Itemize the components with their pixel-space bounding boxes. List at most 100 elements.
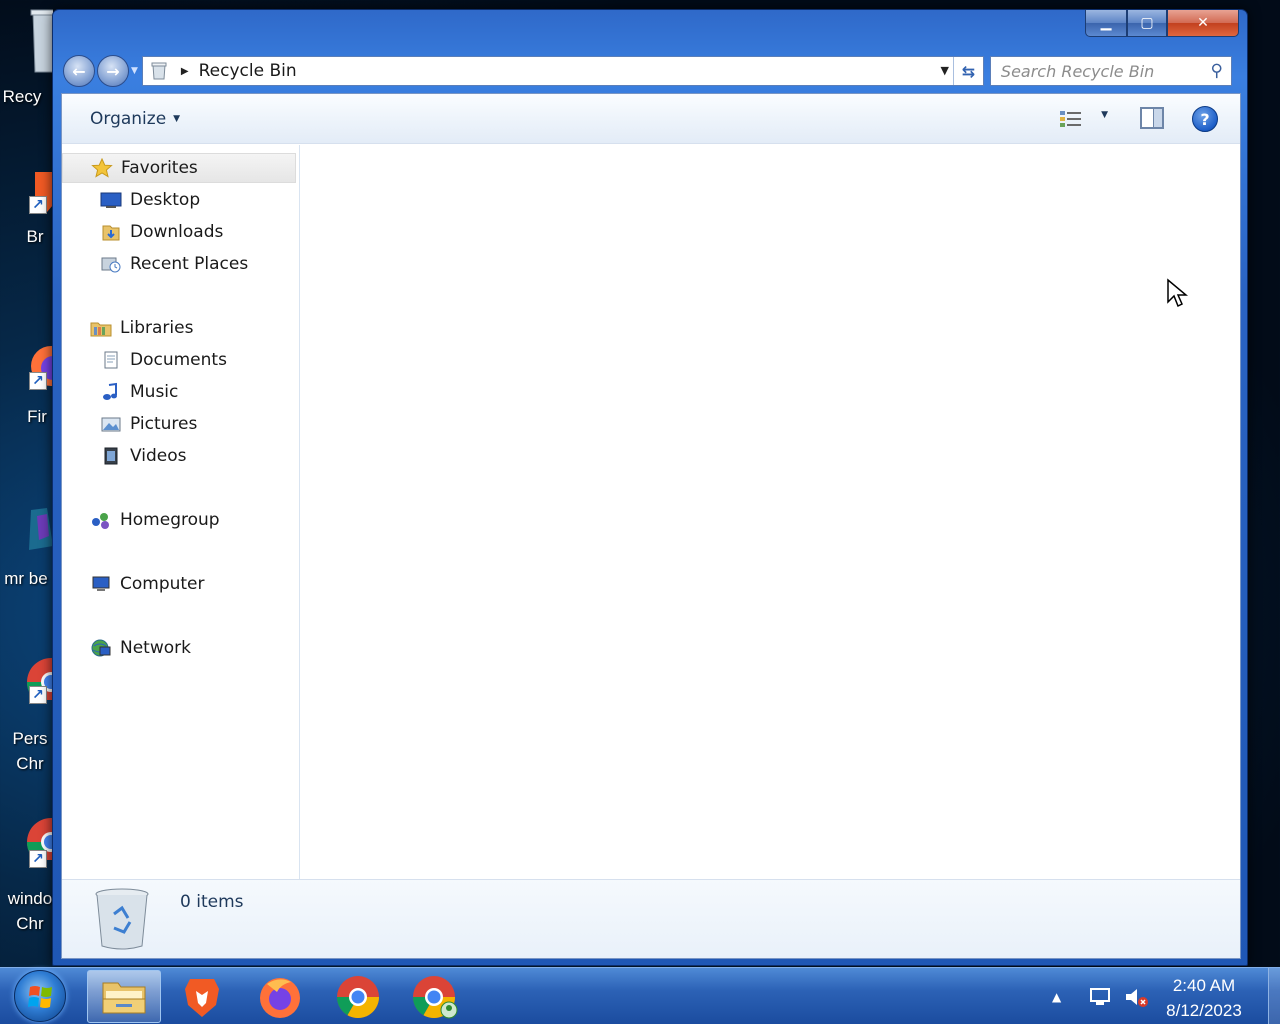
desktop-icon-recycle-bin[interactable]: Recy	[0, 8, 60, 109]
nav-item-label: Libraries	[120, 318, 194, 338]
firefox-icon	[260, 977, 300, 1018]
shortcut-arrow-icon: ↗	[29, 686, 47, 704]
computer-icon	[90, 574, 112, 594]
taskbar-firefox[interactable]	[243, 970, 317, 1023]
volume-muted-icon[interactable]	[1124, 986, 1150, 1013]
shortcut-arrow-icon: ↗	[29, 850, 47, 868]
address-bar[interactable]: ▶ Recycle Bin ▼ ⇆	[141, 56, 984, 86]
game-icon	[7, 506, 53, 552]
explorer-folder-icon	[102, 982, 146, 1013]
desktop-icon-windows-chrome[interactable]: ↗ windo Chr	[0, 814, 75, 936]
breadcrumb-chevron-icon[interactable]: ▶	[181, 66, 189, 77]
network-icon	[90, 638, 112, 658]
breadcrumb-recycle-bin[interactable]: Recycle Bin	[199, 61, 297, 81]
taskbar-brave[interactable]	[165, 970, 239, 1023]
back-button[interactable]: ←	[63, 55, 95, 87]
taskbar-chrome[interactable]	[321, 970, 395, 1023]
chevron-down-icon: ▼	[173, 113, 181, 124]
chrome-icon: ↗	[7, 654, 75, 706]
nav-item-label: Pictures	[130, 414, 198, 434]
network-status-icon[interactable]	[1088, 986, 1112, 1013]
search-input[interactable]: Search Recycle Bin ⚲	[989, 56, 1232, 86]
nav-item-label: Computer	[120, 574, 205, 594]
brave-icon	[185, 978, 219, 1017]
homegroup-icon	[90, 510, 112, 530]
chrome-icon: ↗	[7, 814, 75, 868]
nav-item-label: Recent Places	[130, 254, 249, 274]
nav-item-label: Desktop	[130, 190, 201, 210]
videos-icon	[100, 446, 122, 466]
taskbar: ▲ 2:40 AM 8/12/2023	[0, 967, 1280, 1024]
organize-button[interactable]: Organize ▼	[90, 109, 180, 129]
recent-places-icon	[100, 254, 122, 274]
nav-item-pictures[interactable]: Pictures	[62, 409, 296, 439]
view-options-dropdown-icon[interactable]: ▼	[1101, 110, 1108, 120]
caption-buttons: ▁ ▢ ✕	[1085, 10, 1239, 37]
desktop-icon-label: windo Chr	[7, 889, 53, 933]
nav-item-favorites[interactable]: Favorites	[62, 153, 296, 183]
nav-item-music[interactable]: Music	[62, 377, 296, 407]
minimize-button[interactable]: ▁	[1085, 10, 1127, 37]
desktop-icon-mr-be[interactable]: mr be	[0, 506, 60, 591]
show-desktop-button[interactable]	[1268, 968, 1280, 1024]
start-button[interactable]	[14, 970, 66, 1022]
documents-icon	[100, 350, 122, 370]
recycle-bin-small-icon	[149, 61, 169, 81]
nav-item-recent-places[interactable]: Recent Places	[62, 249, 296, 279]
address-history-dropdown-icon[interactable]: ▼	[940, 64, 948, 77]
recent-pages-dropdown-icon[interactable]: ▼	[131, 66, 138, 76]
nav-item-downloads[interactable]: Downloads	[62, 217, 296, 247]
close-button[interactable]: ✕	[1167, 10, 1239, 37]
pictures-icon	[100, 414, 122, 434]
libraries-icon	[90, 318, 112, 338]
taskbar-chrome-profile[interactable]	[399, 970, 473, 1023]
desktop-icon-label: Br	[26, 227, 44, 246]
mouse-cursor-icon	[1167, 278, 1188, 308]
help-icon[interactable]: ?	[1192, 106, 1218, 132]
recycle-bin-icon	[7, 8, 58, 73]
nav-item-label: Network	[120, 638, 191, 658]
search-icon[interactable]: ⚲	[1210, 61, 1222, 81]
nav-item-computer[interactable]: Computer	[62, 569, 296, 599]
clock-date[interactable]: 8/12/2023	[1154, 1001, 1254, 1021]
nav-item-label: Homegroup	[120, 510, 220, 530]
change-view-icon[interactable]	[1060, 110, 1082, 128]
forward-button[interactable]: →	[97, 55, 129, 87]
nav-item-label: Videos	[130, 446, 187, 466]
desktop-icon-brave[interactable]: ↗ Br	[0, 168, 60, 249]
clock-time[interactable]: 2:40 AM	[1154, 976, 1254, 996]
nav-item-desktop[interactable]: Desktop	[62, 185, 296, 215]
nav-item-label: Documents	[130, 350, 227, 370]
nav-item-label: Music	[130, 382, 179, 402]
nav-item-libraries[interactable]: Libraries	[62, 313, 296, 343]
preview-pane-icon[interactable]	[1140, 107, 1164, 129]
explorer-window: ▁ ▢ ✕ ← → ▼ ▶ Recycle Bin ▼ ⇆ Search Rec…	[52, 9, 1248, 966]
details-pane: 0 items	[62, 879, 1240, 958]
nav-item-label: Favorites	[121, 158, 198, 178]
chrome-profile-icon	[413, 975, 458, 1018]
recycle-bin-icon	[92, 886, 152, 952]
firefox-icon: ↗	[7, 344, 71, 390]
taskbar-explorer[interactable]	[87, 970, 161, 1023]
desktop-icon-firefox[interactable]: ↗ Fir	[0, 344, 71, 429]
shortcut-arrow-icon: ↗	[29, 196, 47, 214]
brave-icon: ↗	[7, 168, 59, 214]
desktop-icon-personal-chrome[interactable]: ↗ Pers Chr	[0, 654, 75, 776]
nav-item-documents[interactable]: Documents	[62, 345, 296, 375]
refresh-icon[interactable]: ⇆	[952, 57, 983, 85]
desktop-icon	[100, 190, 122, 210]
nav-item-label: Downloads	[130, 222, 224, 242]
downloads-folder-icon	[100, 222, 122, 242]
show-hidden-icons-icon[interactable]: ▲	[1052, 990, 1061, 1004]
nav-item-network[interactable]: Network	[62, 633, 296, 663]
chrome-icon	[337, 975, 379, 1018]
maximize-button[interactable]: ▢	[1127, 10, 1167, 37]
nav-item-videos[interactable]: Videos	[62, 441, 296, 471]
desktop-icon-label: Recy	[2, 87, 42, 106]
navigation-pane: Favorites Desktop Downloads Recent Place…	[62, 145, 300, 880]
nav-item-homegroup[interactable]: Homegroup	[62, 505, 296, 535]
desktop-icon-label: Fir	[27, 407, 47, 426]
item-count: 0 items	[180, 892, 244, 912]
navigation-bar: ← → ▼ ▶ Recycle Bin ▼ ⇆ Search Recycle B…	[63, 54, 1237, 88]
search-placeholder: Search Recycle Bin	[1000, 61, 1155, 81]
